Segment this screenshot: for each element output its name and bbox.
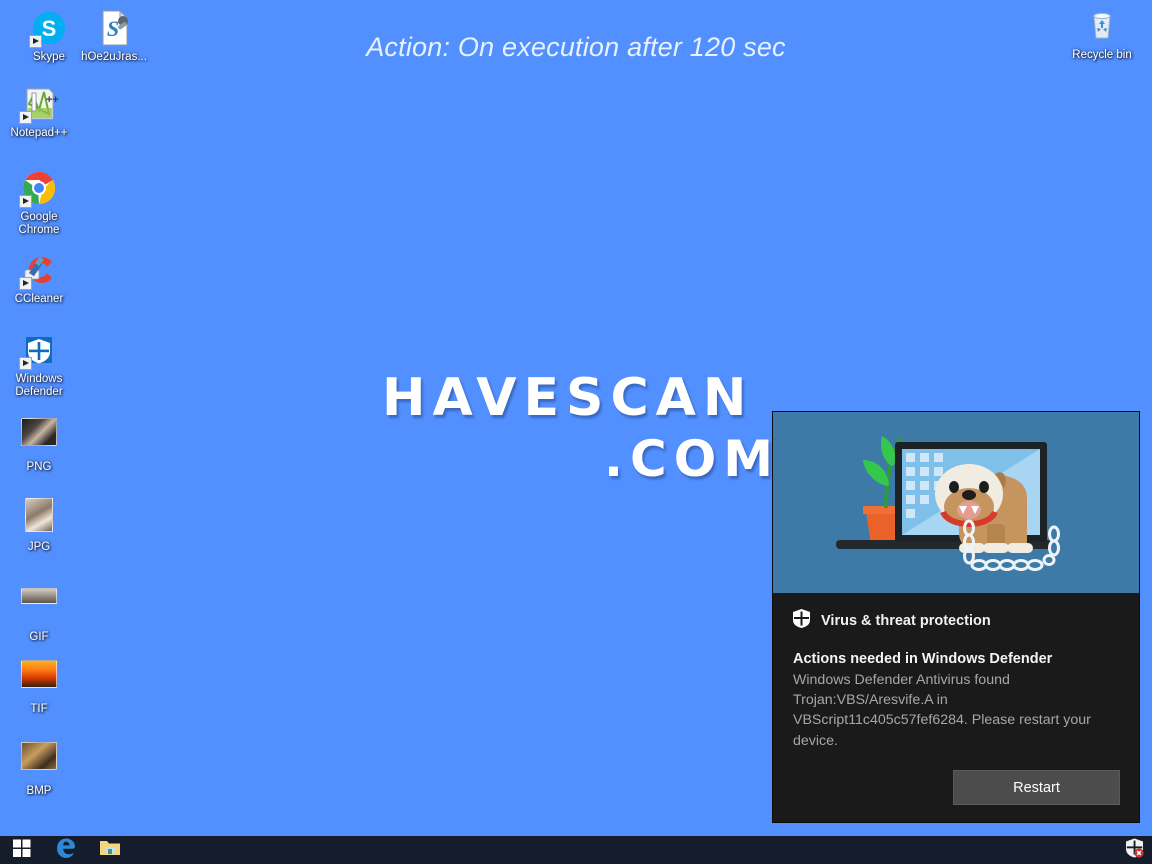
restart-button[interactable]: Restart: [953, 770, 1120, 805]
desktop-icon-label: PNG: [26, 461, 52, 473]
desktop-icon-png[interactable]: PNG: [0, 412, 78, 474]
shortcut-overlay-icon: [19, 357, 32, 370]
desktop-icon-label: TIF: [30, 703, 48, 715]
svg-text:++: ++: [46, 94, 59, 106]
shield-alert-icon[interactable]: [1125, 838, 1144, 863]
windows-logo-icon: [13, 839, 31, 862]
shortcut-overlay-icon: [19, 111, 32, 124]
gif-image-thumbnail: [19, 588, 59, 628]
desktop-icon-label: Google Chrome: [18, 211, 60, 236]
notification-app-header: Virus & threat protection: [793, 609, 1119, 633]
edge-taskbar-button[interactable]: [44, 836, 88, 864]
notification-message: Windows Defender Antivirus found Trojan:…: [793, 672, 1091, 749]
watermark: HAVESCAN .COM: [382, 372, 782, 484]
notification-body: Virus & threat protection Actions needed…: [773, 593, 1139, 822]
desktop-icon-label: Recycle bin: [1072, 49, 1132, 61]
taskbar[interactable]: [0, 836, 1152, 864]
microsoft-edge-icon: [55, 837, 77, 864]
svg-text:S: S: [42, 16, 57, 41]
desktop-icon-label: hOe2uJras...: [81, 51, 147, 63]
desktop-icon-gif[interactable]: GIF: [0, 576, 78, 644]
bmp-image-thumbnail: [19, 742, 59, 782]
desktop-icon-windows-defender[interactable]: Windows Defender: [0, 330, 78, 398]
desktop-icon-label: Notepad++: [10, 127, 68, 139]
system-tray[interactable]: [1125, 836, 1152, 864]
file-explorer-taskbar-button[interactable]: [88, 836, 132, 864]
start-button[interactable]: [0, 836, 44, 864]
desktop[interactable]: Action: On execution after 120 sec HAVES…: [0, 0, 1152, 836]
desktop-icon-ccleaner[interactable]: CCleaner: [0, 250, 78, 306]
google-chrome-icon: [19, 168, 59, 208]
svg-text:S: S: [107, 16, 119, 41]
desktop-icon-notepad-plus-plus[interactable]: ++ Notepad++: [0, 84, 78, 140]
notification-title: Actions needed in Windows Defender: [793, 651, 1053, 667]
shield-icon: [793, 609, 810, 633]
skype-icon: S: [29, 8, 69, 48]
windows-defender-icon: [19, 330, 59, 370]
desktop-icon-label: Windows Defender: [15, 373, 63, 398]
desktop-icon-label: CCleaner: [14, 293, 64, 305]
notification-app-name: Virus & threat protection: [821, 613, 991, 629]
shortcut-overlay-icon: [29, 35, 42, 48]
desktop-icon-recycle-bin[interactable]: Recycle bin: [1063, 6, 1141, 62]
recycle-bin-icon: [1082, 6, 1122, 46]
desktop-icon-label: GIF: [29, 631, 49, 643]
desktop-icon-google-chrome[interactable]: Google Chrome: [0, 168, 78, 236]
watermark-line-2: .COM: [604, 430, 780, 488]
ccleaner-icon: [19, 250, 59, 290]
tif-image-thumbnail: [19, 660, 59, 700]
vbscript-file-icon: S: [94, 8, 134, 48]
desktop-icon-tif[interactable]: TIF: [0, 654, 78, 716]
page-title: Action: On execution after 120 sec: [366, 32, 786, 62]
notepad-plus-plus-icon: ++: [19, 84, 59, 124]
desktop-icon-label: JPG: [27, 541, 51, 553]
folder-icon: [99, 838, 121, 862]
png-image-thumbnail: [19, 418, 59, 458]
watermark-line-1: HAVESCAN: [382, 368, 754, 428]
shortcut-overlay-icon: [19, 195, 32, 208]
desktop-icon-jpg[interactable]: JPG: [0, 492, 78, 554]
notification-hero-image: [773, 412, 1139, 593]
jpg-image-thumbnail: [19, 498, 59, 538]
desktop-icon-label: BMP: [26, 785, 52, 797]
desktop-icon-vbscript-file[interactable]: S hOe2uJras...: [75, 8, 153, 64]
shortcut-overlay-icon: [19, 277, 32, 290]
desktop-icon-bmp[interactable]: BMP: [0, 736, 78, 798]
windows-defender-notification[interactable]: Virus & threat protection Actions needed…: [773, 412, 1139, 822]
